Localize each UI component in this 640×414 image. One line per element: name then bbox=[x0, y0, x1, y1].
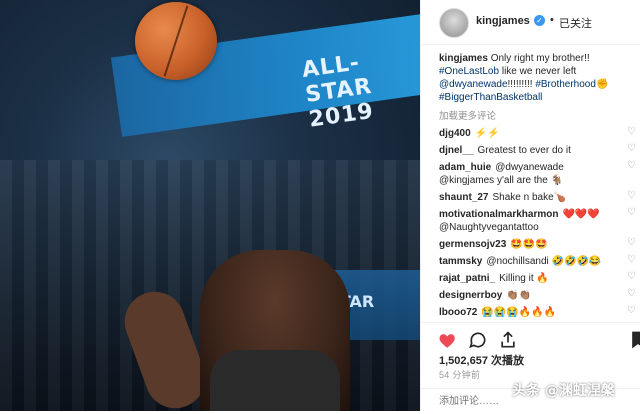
caption-hashtag-1[interactable]: #OneLastLob bbox=[439, 66, 499, 77]
comment-like-heart-icon[interactable]: ♡ bbox=[627, 191, 637, 201]
separator-dot: • bbox=[550, 14, 554, 26]
comment-username[interactable]: rajat_patni_ bbox=[439, 273, 495, 284]
comments-section: kingjames Only right my brother!! #OneLa… bbox=[439, 52, 637, 323]
comment-username[interactable]: djnel__ bbox=[439, 145, 473, 156]
comment-like-heart-icon[interactable]: ♡ bbox=[627, 127, 637, 137]
comment-text: ⚡⚡ bbox=[474, 128, 500, 139]
comment-like-heart-icon[interactable]: ♡ bbox=[627, 144, 637, 154]
username[interactable]: kingjames bbox=[476, 15, 530, 27]
like-heart-icon[interactable] bbox=[437, 329, 459, 351]
comment-like-heart-icon[interactable]: ♡ bbox=[627, 208, 637, 218]
comment-bubble-icon[interactable] bbox=[467, 329, 489, 351]
player-jersey bbox=[210, 350, 340, 411]
comment-username[interactable]: lbooo72 bbox=[439, 307, 477, 318]
comment-like-heart-icon[interactable]: ♡ bbox=[627, 272, 637, 282]
comment-username[interactable]: adam_huie bbox=[439, 162, 491, 173]
comment-username[interactable]: designerrboy bbox=[439, 290, 502, 301]
comment-text: 👏🏽👏🏽 bbox=[506, 290, 532, 301]
share-icon[interactable] bbox=[497, 329, 519, 351]
action-bar bbox=[421, 322, 640, 353]
comment-like-heart-icon[interactable]: ♡ bbox=[627, 306, 637, 316]
avatar[interactable] bbox=[439, 8, 469, 38]
post-side-panel: kingjames ✓ • 已关注 kingjames Only right m… bbox=[420, 0, 640, 414]
caption-text-2: like we never left bbox=[501, 66, 577, 77]
post-timestamp: 54 分钟前 bbox=[439, 370, 481, 380]
comment-row: shaunt_27 Shake n bake🍗 ♡ bbox=[439, 191, 637, 204]
comment-like-heart-icon[interactable]: ♡ bbox=[627, 238, 637, 248]
caption: kingjames Only right my brother!! #OneLa… bbox=[439, 52, 637, 104]
caption-text-1: Only right my brother!! bbox=[490, 53, 590, 64]
comment-text: @nochillsandi 🤣🤣🤣😂 bbox=[486, 256, 602, 267]
comment-row: lbooo72 😭😭😭🔥🔥🔥 ♡ bbox=[439, 306, 637, 319]
comment-row: designerrboy 👏🏽👏🏽 ♡ bbox=[439, 289, 637, 302]
view-count: 1,502,657 次播放 bbox=[439, 355, 524, 367]
comment-row: germensojv23 🤩🤩🤩 ♡ bbox=[439, 238, 637, 251]
comment-username[interactable]: djg400 bbox=[439, 128, 471, 139]
video-media[interactable]: ALL-STAR 2019 ALL STAR bbox=[0, 0, 420, 411]
caption-hashtag-3[interactable]: #BiggerThanBasketball bbox=[439, 92, 542, 103]
caption-hashtag-2[interactable]: #Brotherhood bbox=[535, 79, 596, 90]
comment-like-heart-icon[interactable]: ♡ bbox=[627, 255, 637, 265]
comment-username[interactable]: shaunt_27 bbox=[439, 192, 488, 203]
load-more-comments-link[interactable]: 加载更多评论 bbox=[439, 110, 637, 123]
follow-status-button[interactable]: 已关注 bbox=[559, 15, 592, 31]
comment-row: tammsky @nochillsandi 🤣🤣🤣😂 ♡ bbox=[439, 255, 637, 268]
comment-text: Killing it 🔥 bbox=[499, 273, 549, 284]
comment-username[interactable]: germensojv23 bbox=[439, 239, 506, 250]
bookmark-icon[interactable] bbox=[627, 329, 640, 351]
caption-text-3: !!!!!!!!! bbox=[507, 79, 533, 90]
comment-like-heart-icon[interactable]: ♡ bbox=[627, 161, 637, 171]
comment-row: rajat_patni_ Killing it 🔥 ♡ bbox=[439, 272, 637, 285]
comment-text: 😭😭😭🔥🔥🔥 bbox=[481, 307, 557, 318]
verified-badge-icon: ✓ bbox=[534, 15, 545, 26]
comment-like-heart-icon[interactable]: ♡ bbox=[627, 289, 637, 299]
caption-username[interactable]: kingjames bbox=[439, 53, 488, 64]
caption-emoji: ✊ bbox=[595, 79, 609, 90]
comment-text: Greatest to ever do it bbox=[477, 145, 571, 156]
comment-username[interactable]: tammsky bbox=[439, 256, 482, 267]
post-header: kingjames ✓ • 已关注 bbox=[421, 0, 640, 45]
comment-row: djnel__ Greatest to ever do it ♡ bbox=[439, 144, 637, 157]
arena-banner-text: ALL-STAR 2019 bbox=[300, 50, 376, 133]
instagram-post-view: ALL-STAR 2019 ALL STAR kingjames ✓ • 已关注… bbox=[0, 0, 640, 414]
comment-row: djg400 ⚡⚡ ♡ bbox=[439, 127, 637, 140]
comment-row: adam_huie @dwyanewade @kingjames y'all ar… bbox=[439, 161, 637, 187]
comment-text: Shake n bake🍗 bbox=[492, 192, 567, 203]
caption-mention[interactable]: @dwyanewade bbox=[439, 79, 508, 90]
comment-row: motivationalmarkharmon ❤️❤️❤️ @Naughtyveg… bbox=[439, 208, 637, 234]
toutiao-watermark: 头条 @渊虹涅槃 bbox=[512, 383, 615, 399]
comment-text: 🤩🤩🤩 bbox=[510, 239, 548, 250]
comment-username[interactable]: motivationalmarkharmon bbox=[439, 209, 558, 220]
